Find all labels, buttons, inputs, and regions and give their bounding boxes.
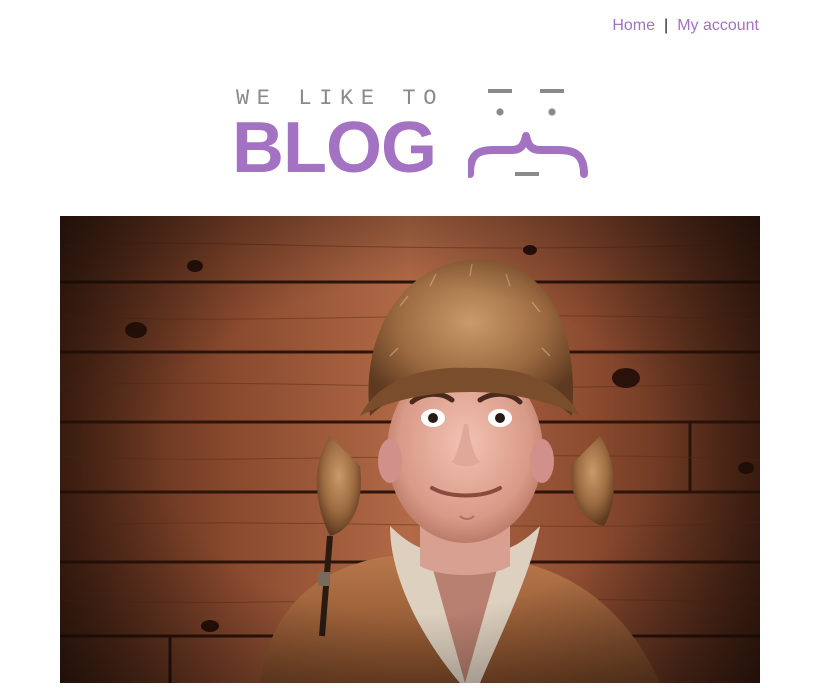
my-account-link[interactable]: My account <box>677 17 759 34</box>
site-logo[interactable]: WE LIKE TO BLOG <box>232 82 592 188</box>
page: Home | My account WE LIKE TO BLOG <box>0 0 821 688</box>
hero-image <box>60 216 760 683</box>
hero-photo-illustration <box>60 216 760 683</box>
logo-wordmark: BLOG <box>232 108 437 188</box>
logo-face-icon <box>468 89 588 178</box>
top-navigation: Home | My account <box>612 16 759 36</box>
home-link[interactable]: Home <box>612 17 655 34</box>
nav-separator: | <box>664 17 669 34</box>
